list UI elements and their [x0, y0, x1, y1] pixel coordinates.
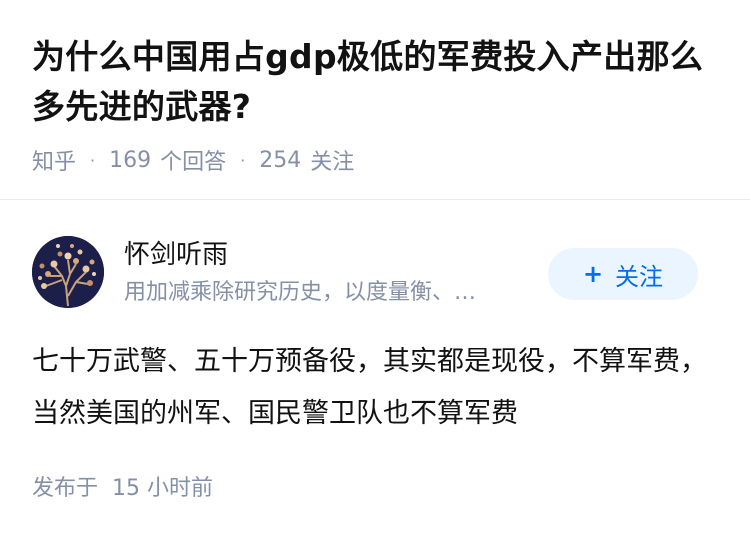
- avatar[interactable]: [32, 236, 104, 308]
- answer-page: 为什么中国用占gdp极低的军费投入产出那么多先进的武器? 知乎 · 169 个回…: [0, 0, 750, 538]
- meta-separator-dot: ·: [90, 150, 96, 170]
- answer-count: 169: [109, 147, 152, 173]
- section-divider: [0, 199, 750, 200]
- question-meta: 知乎 · 169 个回答 · 254 关注: [32, 141, 354, 179]
- follow-button[interactable]: + 关注: [548, 248, 698, 300]
- meta-separator-dot: ·: [240, 150, 246, 170]
- avatar-tree-image: [32, 236, 104, 308]
- answer-count-label: 个回答: [160, 150, 227, 175]
- question-title[interactable]: 为什么中国用占gdp极低的军费投入产出那么多先进的武器?: [32, 32, 722, 132]
- follower-count: 254: [259, 147, 302, 173]
- author-name[interactable]: 怀剑听雨: [124, 236, 228, 274]
- plus-icon: +: [582, 260, 604, 288]
- source-label[interactable]: 知乎: [32, 144, 76, 176]
- answer-content[interactable]: 七十万武警、五十万预备役，其实都是现役，不算军费，当然美国的州军、国民警卫队也不…: [32, 336, 712, 440]
- publish-time: 发布于 15 小时前: [32, 467, 213, 505]
- author-headline: 用加减乘除研究历史，以度量衡、…: [124, 280, 477, 305]
- publish-time-value: 15 小时前: [112, 476, 214, 501]
- publish-time-prefix: 发布于: [32, 476, 99, 501]
- follower-count-label: 关注: [310, 150, 355, 175]
- follow-button-label: 关注: [615, 262, 664, 291]
